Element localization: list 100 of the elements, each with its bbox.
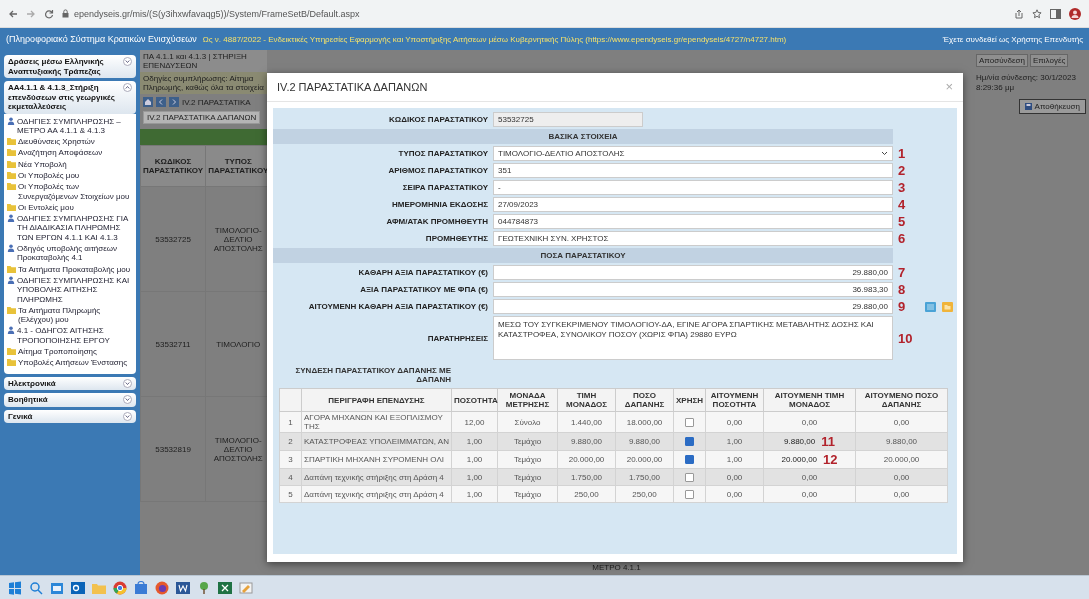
table-cell: 9.880,00	[784, 437, 816, 446]
section-title: Ηλεκτρονικά	[8, 378, 57, 389]
share-icon[interactable]	[1014, 8, 1024, 19]
checkbox[interactable]	[685, 472, 694, 482]
forward-icon[interactable]	[26, 8, 36, 19]
column-header: ΠΟΣΟΤΗΤΑ	[451, 388, 498, 412]
annotation-number: 9	[898, 299, 907, 314]
sidebar-link[interactable]: Διευθύνσεις Χρηστών	[18, 137, 95, 147]
back-icon[interactable]	[156, 97, 166, 107]
field-label: ΑΦΜ/ΑΤΑΚ ΠΡΟΜΗΘΕΥΤΗ	[385, 217, 488, 226]
input-field[interactable]: 27/09/2023	[493, 197, 893, 212]
section-title: Βοηθητικά	[8, 395, 49, 405]
guide-icon	[7, 244, 15, 253]
sidebar-link[interactable]: Νέα Υποβολή	[18, 159, 67, 169]
guide-icon	[7, 214, 15, 223]
spreadsheet-icon[interactable]	[218, 580, 232, 595]
guide-icon	[7, 326, 15, 335]
toolbar-title: IV.2 ΠΑΡΑΣΤΑΤΙΚΑ	[182, 97, 251, 107]
sidebar-link[interactable]: 4.1 - ΟΔΗΓΟΣ ΑΙΤΗΣΗΣ ΤΡΟΠΟΠΟΙΗΣΗΣ ΕΡΓΟΥ	[17, 326, 133, 346]
checkbox[interactable]	[685, 489, 694, 499]
sidebar-link[interactable]: Αίτημα Τροποποίησης	[18, 347, 97, 357]
accordion-header[interactable]: Δράσεις μέσω Ελληνικής Αναπτυξιακής Τράπεζας	[4, 55, 136, 78]
paint-icon[interactable]	[239, 580, 253, 595]
field-label: ΠΡΟΜΗΘΕΥΤΗΣ	[424, 234, 488, 243]
sidebar-link[interactable]: ΟΔΗΓΙΕΣ ΣΥΜΠΛΗΡΩΣΗΣ – ΜΕΤΡΟ ΑΑ 4.1.1 & 4.1.3	[17, 116, 133, 136]
tab[interactable]: IV.2 ΠΑΡΑΣΤΑΤΙΚΑ ΔΑΠΑΝΩΝ	[143, 111, 261, 124]
sidebar-link[interactable]: Αναζήτηση Αποφάσεων	[18, 148, 103, 158]
column-header: ΑΙΤΟΥΜΕΝΗ ΠΟΣΟΤΗΤΑ	[705, 388, 764, 412]
checkbox[interactable]	[685, 455, 694, 465]
annotation-number: 3	[898, 180, 907, 195]
input-field[interactable]: -	[493, 180, 893, 195]
bag-icon[interactable]	[134, 580, 148, 595]
tree-icon[interactable]	[197, 580, 211, 595]
annotation-number: 11	[821, 434, 835, 449]
reload-icon[interactable]	[44, 8, 54, 19]
accordion-header[interactable]: ΑΑ4.1.1 & 4.1.3_Στήριξη επενδύσεων στις γεωργικές εκμεταλλεύσεις	[4, 81, 136, 114]
window-icon[interactable]	[50, 580, 64, 595]
back-icon[interactable]	[8, 8, 18, 19]
column-header: ΑΙΤΟΥΜΕΝΟ ΠΟΣΟ ΔΑΠΑΝΗΣ	[855, 388, 948, 412]
input-field[interactable]: 351	[493, 163, 893, 178]
table-cell: 53532711	[140, 291, 206, 397]
table-cell: 53532819	[140, 396, 206, 502]
folder-icon	[7, 202, 16, 211]
table-cell: 20.000,00	[781, 455, 818, 464]
annotation-number: 10	[898, 330, 914, 346]
sidebar-link[interactable]: Οδηγός υποβολής αιτήσεων Προκαταβολής 4.1	[17, 244, 133, 263]
accordion-header[interactable]: Βοηθητικά	[4, 393, 136, 407]
sidebar-link[interactable]: Τα Αιτήματα Πληρωμής (Ελέγχου) μου	[18, 305, 133, 325]
footer-text: ΜΕΤΡΟ 4.1.1	[592, 563, 641, 572]
section-header: ΒΑΣΙΚΑ ΣΤΟΙΧΕΙΑ	[273, 129, 893, 144]
field-label: ΤΥΠΟΣ ΠΑΡΑΣΤΑΤΙΚΟΥ	[397, 149, 488, 158]
star-icon[interactable]	[1032, 8, 1042, 19]
toolbar-button[interactable]: Αποσύνδεση	[976, 54, 1028, 67]
input-field[interactable]: ΓΕΩΤΕΧΝΙΚΗ ΣΥΝ. ΧΡΗΣΤΟΣ	[493, 231, 893, 246]
mail-app-icon[interactable]	[71, 580, 85, 595]
toolbar-button[interactable]: Επιλογές	[1029, 54, 1069, 67]
input-field[interactable]: 044784873	[493, 214, 893, 229]
save-button[interactable]: Αποθήκευση	[1018, 99, 1086, 114]
section-title: Δράσεις μέσω Ελληνικής Αναπτυξιακής Τράπεζας	[8, 57, 105, 76]
address-bar[interactable]: ependyseis.gr/mis/(S(y3ihxwfavaqg5))/System/FrameSetB/Default.aspx	[74, 8, 360, 19]
breadcrumb-text: ΠΑ 4.1.1 και 4.1.3 | ΣΤΗΡΙΞΗ ΕΠΕΝΔΥΣΕΩΝ	[140, 50, 267, 72]
sidebar-link[interactable]: Οι Υποβολές των Συνεργαζόμενων Στοιχείων μου	[18, 182, 133, 201]
word-processor-icon[interactable]	[176, 580, 190, 595]
column-header: ΑΙΤΟΥΜΕΝΗ ΤΙΜΗ ΜΟΝΑΔΟΣ	[763, 388, 856, 412]
sidebar-icon[interactable]	[1050, 8, 1061, 19]
folder-icon	[7, 264, 16, 273]
info-text: Οδηγίες συμπλήρωσης: Αίτημα Πληρωμής, καθώς όλα τα στοιχεία	[140, 72, 267, 94]
accordion-header[interactable]: Γενικά	[4, 409, 136, 424]
select-field[interactable]: ΤΙΜΟΛΟΓΙΟ-ΔΕΛΤΙΟ ΑΠΟΣΤΟΛΗΣ	[493, 146, 893, 161]
field-label: ΗΜΕΡΟΜΗΝΙΑ ΕΚΔΟΣΗΣ	[390, 200, 488, 209]
accordion-header[interactable]: Ηλεκτρονικά	[4, 376, 136, 391]
caret-icon	[881, 151, 888, 156]
section-title: ΑΑ4.1.1 & 4.1.3_Στήριξη επενδύσεων στις γεωργικές εκμεταλλεύσεις	[8, 83, 116, 112]
input-field[interactable]: 29.880,00	[493, 265, 893, 280]
checkbox[interactable]	[685, 437, 694, 447]
input-field[interactable]: 36.983,30	[493, 282, 893, 297]
sidebar-link[interactable]: Οι Εντολείς μου	[18, 202, 74, 213]
column-header: ΤΙΜΗ ΜΟΝΑΔΟΣ	[557, 388, 616, 412]
windows-logo-icon[interactable]	[8, 580, 22, 595]
table-icon[interactable]	[925, 301, 936, 312]
field-label: ΠΑΡΑΤΗΡΗΣΕΙΣ	[426, 333, 488, 343]
sidebar-link[interactable]: Τα Αιτήματα Προκαταβολής μου	[18, 264, 131, 274]
text-area[interactable]: ΜΕΣΩ ΤΟΥ ΣΥΓΚΕΚΡΙΜΕΝΟΥ ΤΙΜΟΛΟΓΙΟΥ-ΔΑ, ΕΓΙΝΕ ΑΓΟΡΑ ΣΠΑΡΤΙΚΗΣ ΜΕΤΑΒΛΗΤΗΣ ΔΟΣΗΣ ΚΑΙ ΚΑΤΑΣΤΡΟΦΕΑ, ΣΥΝΟΛΙΚΟΥ ΠΟΣΟΥ (ΧΩΡΙΣ ΦΠΑ) 29880 ΕΥΡΩ	[493, 316, 893, 360]
notice-text: Ως ν. 4887/2022 - Ενδεικτικές Υπηρεσίες Εφαρμογής και Υποστήριξης Αιτήσεων μέσω Κυβερνητικής Πύλης (https://www.ependyseis.gr/ependyseis/4727/n4727.htm)	[202, 34, 787, 44]
section-header: ΠΟΣΑ ΠΑΡΑΣΤΑΤΙΚΟΥ	[273, 248, 893, 263]
checkbox[interactable]	[685, 417, 694, 427]
sidebar-link[interactable]: ΟΔΗΓΙΕΣ ΣΥΜΠΛΗΡΩΣΗΣ ΓΙΑ ΤΗ ΔΙΑΔΙΚΑΣΙΑ ΠΛΗΡΩΜΗΣ ΤΩΝ ΕΡΓΩΝ 4.1.1 ΚΑΙ 4.1.3	[17, 214, 133, 243]
input-field[interactable]: 29.880,00	[493, 299, 893, 314]
sidebar-link[interactable]: Υποβολές Αιτήσεων Ένστασης	[18, 358, 128, 368]
field-label: ΣΕΙΡΑ ΠΑΡΑΣΤΑΤΙΚΟΥ	[401, 183, 488, 192]
sidebar-link[interactable]: ΟΔΗΓΙΕΣ ΣΥΜΠΛΗΡΩΣΗΣ ΚΑΙ ΥΠΟΒΟΛΗΣ ΑΙΤΗΣΗΣ ΠΛΗΡΩΜΗΣ	[17, 275, 133, 304]
profile-icon[interactable]	[1069, 7, 1081, 20]
home-icon[interactable]	[143, 97, 153, 107]
field-label: ΑΙΤΟΥΜΕΝΗ ΚΑΘΑΡΗ ΑΞΙΑ ΠΑΡΑΣΤΑΤΙΚΟΥ (€)	[307, 302, 488, 311]
forward-icon[interactable]	[169, 97, 179, 107]
annotation-number: 8	[898, 282, 907, 297]
browser-icon[interactable]	[155, 580, 169, 595]
sidebar-link[interactable]: Οι Υποβολές μου	[18, 171, 80, 181]
search-icon[interactable]	[29, 580, 43, 595]
browser-icon[interactable]	[113, 580, 127, 595]
